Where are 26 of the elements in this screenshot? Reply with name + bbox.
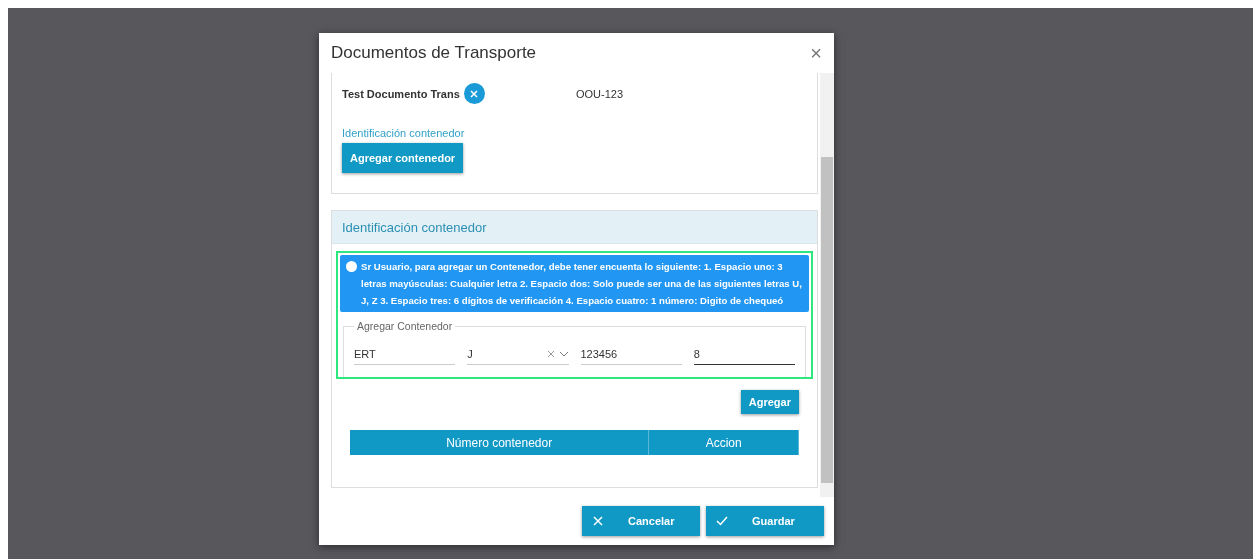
column-header: Número contenedor	[350, 430, 650, 455]
panel-title: Identificación contenedor	[332, 211, 817, 244]
scrollbar[interactable]	[820, 73, 834, 497]
add-button[interactable]: Agregar	[740, 390, 799, 414]
save-button[interactable]: Guardar	[706, 506, 824, 536]
field-label: Identificación contenedor	[342, 127, 466, 139]
close-button[interactable]: ×	[810, 41, 822, 65]
cancel-button[interactable]: Cancelar	[582, 506, 700, 536]
group-legend: Agregar Contenedor	[354, 320, 456, 332]
check-icon	[716, 515, 728, 527]
column-header: Accion	[649, 430, 799, 455]
add-container-button[interactable]: Agregar contenedor	[342, 143, 464, 173]
close-icon	[468, 87, 481, 100]
dialog-title: Documentos de Transporte	[331, 43, 537, 63]
input-field[interactable]: 123456	[580, 344, 682, 365]
input-field[interactable]: 8	[693, 344, 795, 365]
letter-select[interactable]: J	[467, 344, 569, 365]
info-alert: Sr Usuario, para agregar un Contenedor, debe tener encuenta lo siguiente: 1. Espacio uno: 3 letras mayúsculas: Cualquier letra 2. Espacio dos: Solo puede ser una de las siguientes letras U, J, Z 3. Espacio tres: 6 dígitos de verificación 4. Espacio cuatro: 1 número: Digito de chequeó	[340, 255, 809, 312]
chevron-down-icon[interactable]	[558, 351, 569, 357]
input-field[interactable]: ERT	[354, 344, 456, 365]
close-icon	[592, 515, 604, 527]
remove-file-button[interactable]	[463, 83, 485, 104]
info-icon	[346, 261, 357, 272]
transport-id: OOU-123	[576, 87, 624, 100]
clear-icon[interactable]	[546, 350, 555, 358]
file-name: Test Documento Trans	[342, 87, 460, 100]
